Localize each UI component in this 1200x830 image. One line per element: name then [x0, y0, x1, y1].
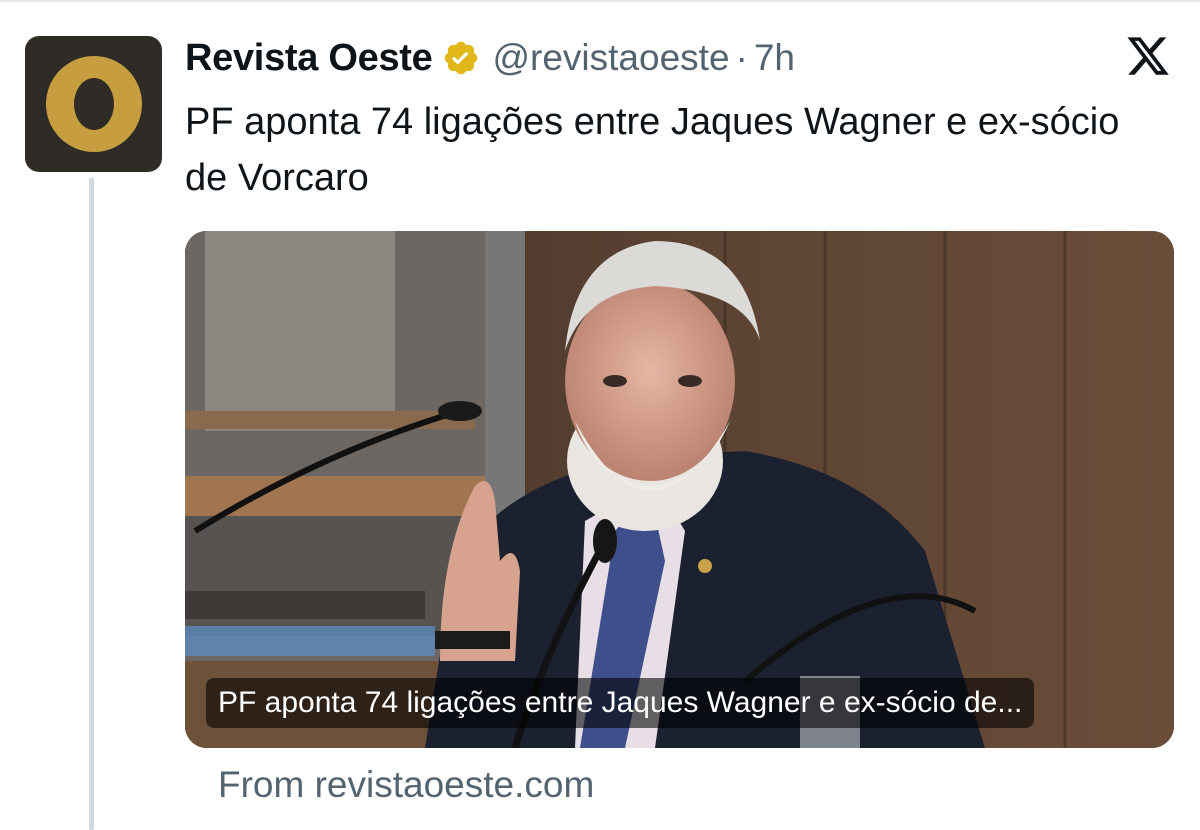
- top-divider: [0, 0, 1200, 2]
- source-link[interactable]: From revistaoeste.com: [218, 764, 594, 806]
- card-caption: PF aponta 74 ligações entre Jaques Wagne…: [206, 678, 1035, 728]
- tweet-timestamp[interactable]: 7h: [754, 37, 795, 79]
- avatar[interactable]: [25, 36, 162, 172]
- x-logo-icon[interactable]: [1124, 33, 1172, 79]
- account-handle[interactable]: @revistaoeste: [492, 37, 729, 79]
- tweet-header: Revista Oeste @revistaoeste · 7h: [185, 32, 795, 84]
- revista-oeste-logo-icon: [45, 56, 142, 152]
- tweet-text: PF aponta 74 ligações entre Jaques Wagne…: [185, 101, 1120, 199]
- link-preview-card[interactable]: PF aponta 74 ligações entre Jaques Wagne…: [185, 231, 1174, 748]
- thread-connector-line: [89, 178, 94, 830]
- news-photo: [185, 231, 1174, 748]
- separator-dot: ·: [735, 37, 748, 78]
- verified-badge-icon[interactable]: [442, 39, 480, 77]
- account-name[interactable]: Revista Oeste: [185, 37, 433, 80]
